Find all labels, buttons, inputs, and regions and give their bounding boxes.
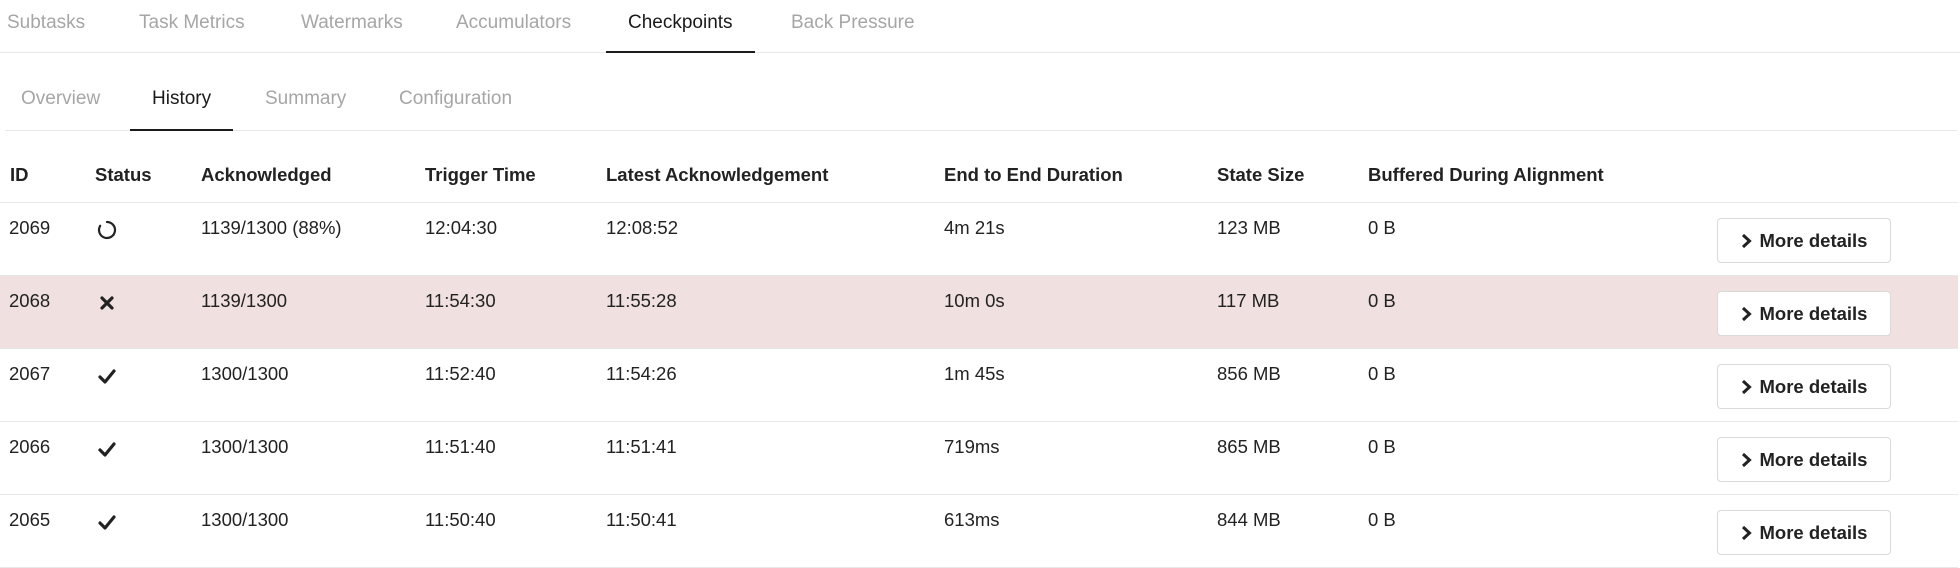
tab-summary[interactable]: Summary bbox=[243, 76, 368, 131]
acknowledged-value: 1139/1300 (88%) bbox=[201, 217, 342, 238]
latest-ack-value: 11:54:26 bbox=[606, 363, 677, 384]
buffered-value: 0 B bbox=[1368, 290, 1396, 311]
tab-watermarks[interactable]: Watermarks bbox=[279, 0, 425, 53]
buffered-value: 0 B bbox=[1368, 363, 1396, 384]
acknowledged-value: 1300/1300 bbox=[201, 509, 289, 530]
completed-check-icon bbox=[98, 369, 116, 384]
chevron-right-icon bbox=[1741, 452, 1752, 467]
header-id: ID bbox=[10, 164, 29, 185]
duration-value: 613ms bbox=[944, 509, 1000, 530]
table-row: 2067 1300/1300 11:52:40 11:54:26 1m 45s … bbox=[0, 349, 1958, 422]
trigger-time-value: 11:50:40 bbox=[425, 509, 496, 530]
chevron-right-icon bbox=[1741, 306, 1752, 321]
buffered-value: 0 B bbox=[1368, 436, 1396, 457]
main-tab-bar: Subtasks Task Metrics Watermarks Accumul… bbox=[0, 0, 1960, 53]
more-details-label: More details bbox=[1759, 302, 1868, 324]
buffered-value: 0 B bbox=[1368, 217, 1396, 238]
in-progress-spinner-icon bbox=[97, 220, 117, 240]
tab-overview[interactable]: Overview bbox=[0, 76, 122, 131]
chevron-right-icon bbox=[1741, 233, 1752, 248]
more-details-button[interactable]: More details bbox=[1717, 364, 1891, 409]
trigger-time-value: 11:52:40 bbox=[425, 363, 496, 384]
checkpoints-sub-tab-bar: Overview History Summary Configuration bbox=[5, 76, 1957, 131]
duration-value: 4m 21s bbox=[944, 217, 1005, 238]
state-size-value: 865 MB bbox=[1217, 436, 1281, 457]
tab-accumulators[interactable]: Accumulators bbox=[434, 0, 593, 53]
latest-ack-value: 11:50:41 bbox=[606, 509, 677, 530]
table-row: 2066 1300/1300 11:51:40 11:51:41 719ms 8… bbox=[0, 422, 1958, 495]
latest-ack-value: 11:55:28 bbox=[606, 290, 677, 311]
header-status: Status bbox=[95, 164, 152, 185]
checkpoint-id: 2068 bbox=[9, 290, 51, 311]
chevron-right-icon bbox=[1741, 379, 1752, 394]
more-details-label: More details bbox=[1759, 521, 1868, 543]
more-details-button[interactable]: More details bbox=[1717, 510, 1891, 555]
table-row: 2068 1139/1300 11:54:30 11:55:28 10m 0s … bbox=[0, 276, 1958, 349]
tab-checkpoints[interactable]: Checkpoints bbox=[606, 0, 755, 53]
tab-back-pressure[interactable]: Back Pressure bbox=[769, 0, 937, 53]
header-trigger-time: Trigger Time bbox=[425, 164, 536, 185]
header-latest-acknowledgement: Latest Acknowledgement bbox=[606, 164, 829, 185]
duration-value: 10m 0s bbox=[944, 290, 1005, 311]
header-state-size: State Size bbox=[1217, 164, 1305, 185]
completed-check-icon bbox=[98, 442, 116, 457]
tab-task-metrics[interactable]: Task Metrics bbox=[117, 0, 267, 53]
header-end-to-end-duration: End to End Duration bbox=[944, 164, 1123, 185]
more-details-button[interactable]: More details bbox=[1717, 291, 1891, 336]
more-details-label: More details bbox=[1759, 448, 1868, 470]
checkpoint-history-table: ID Status Acknowledged Trigger Time Late… bbox=[0, 152, 1960, 568]
trigger-time-value: 11:51:40 bbox=[425, 436, 496, 457]
table-row: 2069 1139/1300 (88%) 12:04:30 12:08:52 4… bbox=[0, 203, 1958, 276]
buffered-value: 0 B bbox=[1368, 509, 1396, 530]
latest-ack-value: 12:08:52 bbox=[606, 217, 679, 238]
state-size-value: 844 MB bbox=[1217, 509, 1281, 530]
duration-value: 719ms bbox=[944, 436, 1000, 457]
table-row: 2065 1300/1300 11:50:40 11:50:41 613ms 8… bbox=[0, 495, 1958, 568]
more-details-button[interactable]: More details bbox=[1717, 218, 1891, 263]
more-details-label: More details bbox=[1759, 375, 1868, 397]
acknowledged-value: 1139/1300 bbox=[201, 290, 288, 311]
more-details-button[interactable]: More details bbox=[1717, 437, 1891, 482]
checkpoint-id: 2069 bbox=[9, 217, 51, 238]
duration-value: 1m 45s bbox=[944, 363, 1005, 384]
table-header-row: ID Status Acknowledged Trigger Time Late… bbox=[0, 152, 1958, 203]
trigger-time-value: 12:04:30 bbox=[425, 217, 498, 238]
latest-ack-value: 11:51:41 bbox=[606, 436, 677, 457]
checkpoint-id: 2065 bbox=[9, 509, 51, 530]
state-size-value: 856 MB bbox=[1217, 363, 1281, 384]
checkpoint-id: 2066 bbox=[9, 436, 51, 457]
tab-configuration[interactable]: Configuration bbox=[377, 76, 534, 131]
failed-x-icon bbox=[100, 296, 114, 310]
tab-history[interactable]: History bbox=[130, 76, 234, 131]
chevron-right-icon bbox=[1741, 525, 1752, 540]
more-details-label: More details bbox=[1759, 229, 1868, 251]
acknowledged-value: 1300/1300 bbox=[201, 363, 289, 384]
state-size-value: 117 MB bbox=[1217, 290, 1280, 311]
tab-subtasks[interactable]: Subtasks bbox=[0, 0, 107, 53]
header-buffered-during-alignment: Buffered During Alignment bbox=[1368, 164, 1604, 185]
state-size-value: 123 MB bbox=[1217, 217, 1281, 238]
completed-check-icon bbox=[98, 515, 116, 530]
header-acknowledged: Acknowledged bbox=[201, 164, 332, 185]
acknowledged-value: 1300/1300 bbox=[201, 436, 289, 457]
trigger-time-value: 11:54:30 bbox=[425, 290, 496, 311]
checkpoint-id: 2067 bbox=[9, 363, 51, 384]
